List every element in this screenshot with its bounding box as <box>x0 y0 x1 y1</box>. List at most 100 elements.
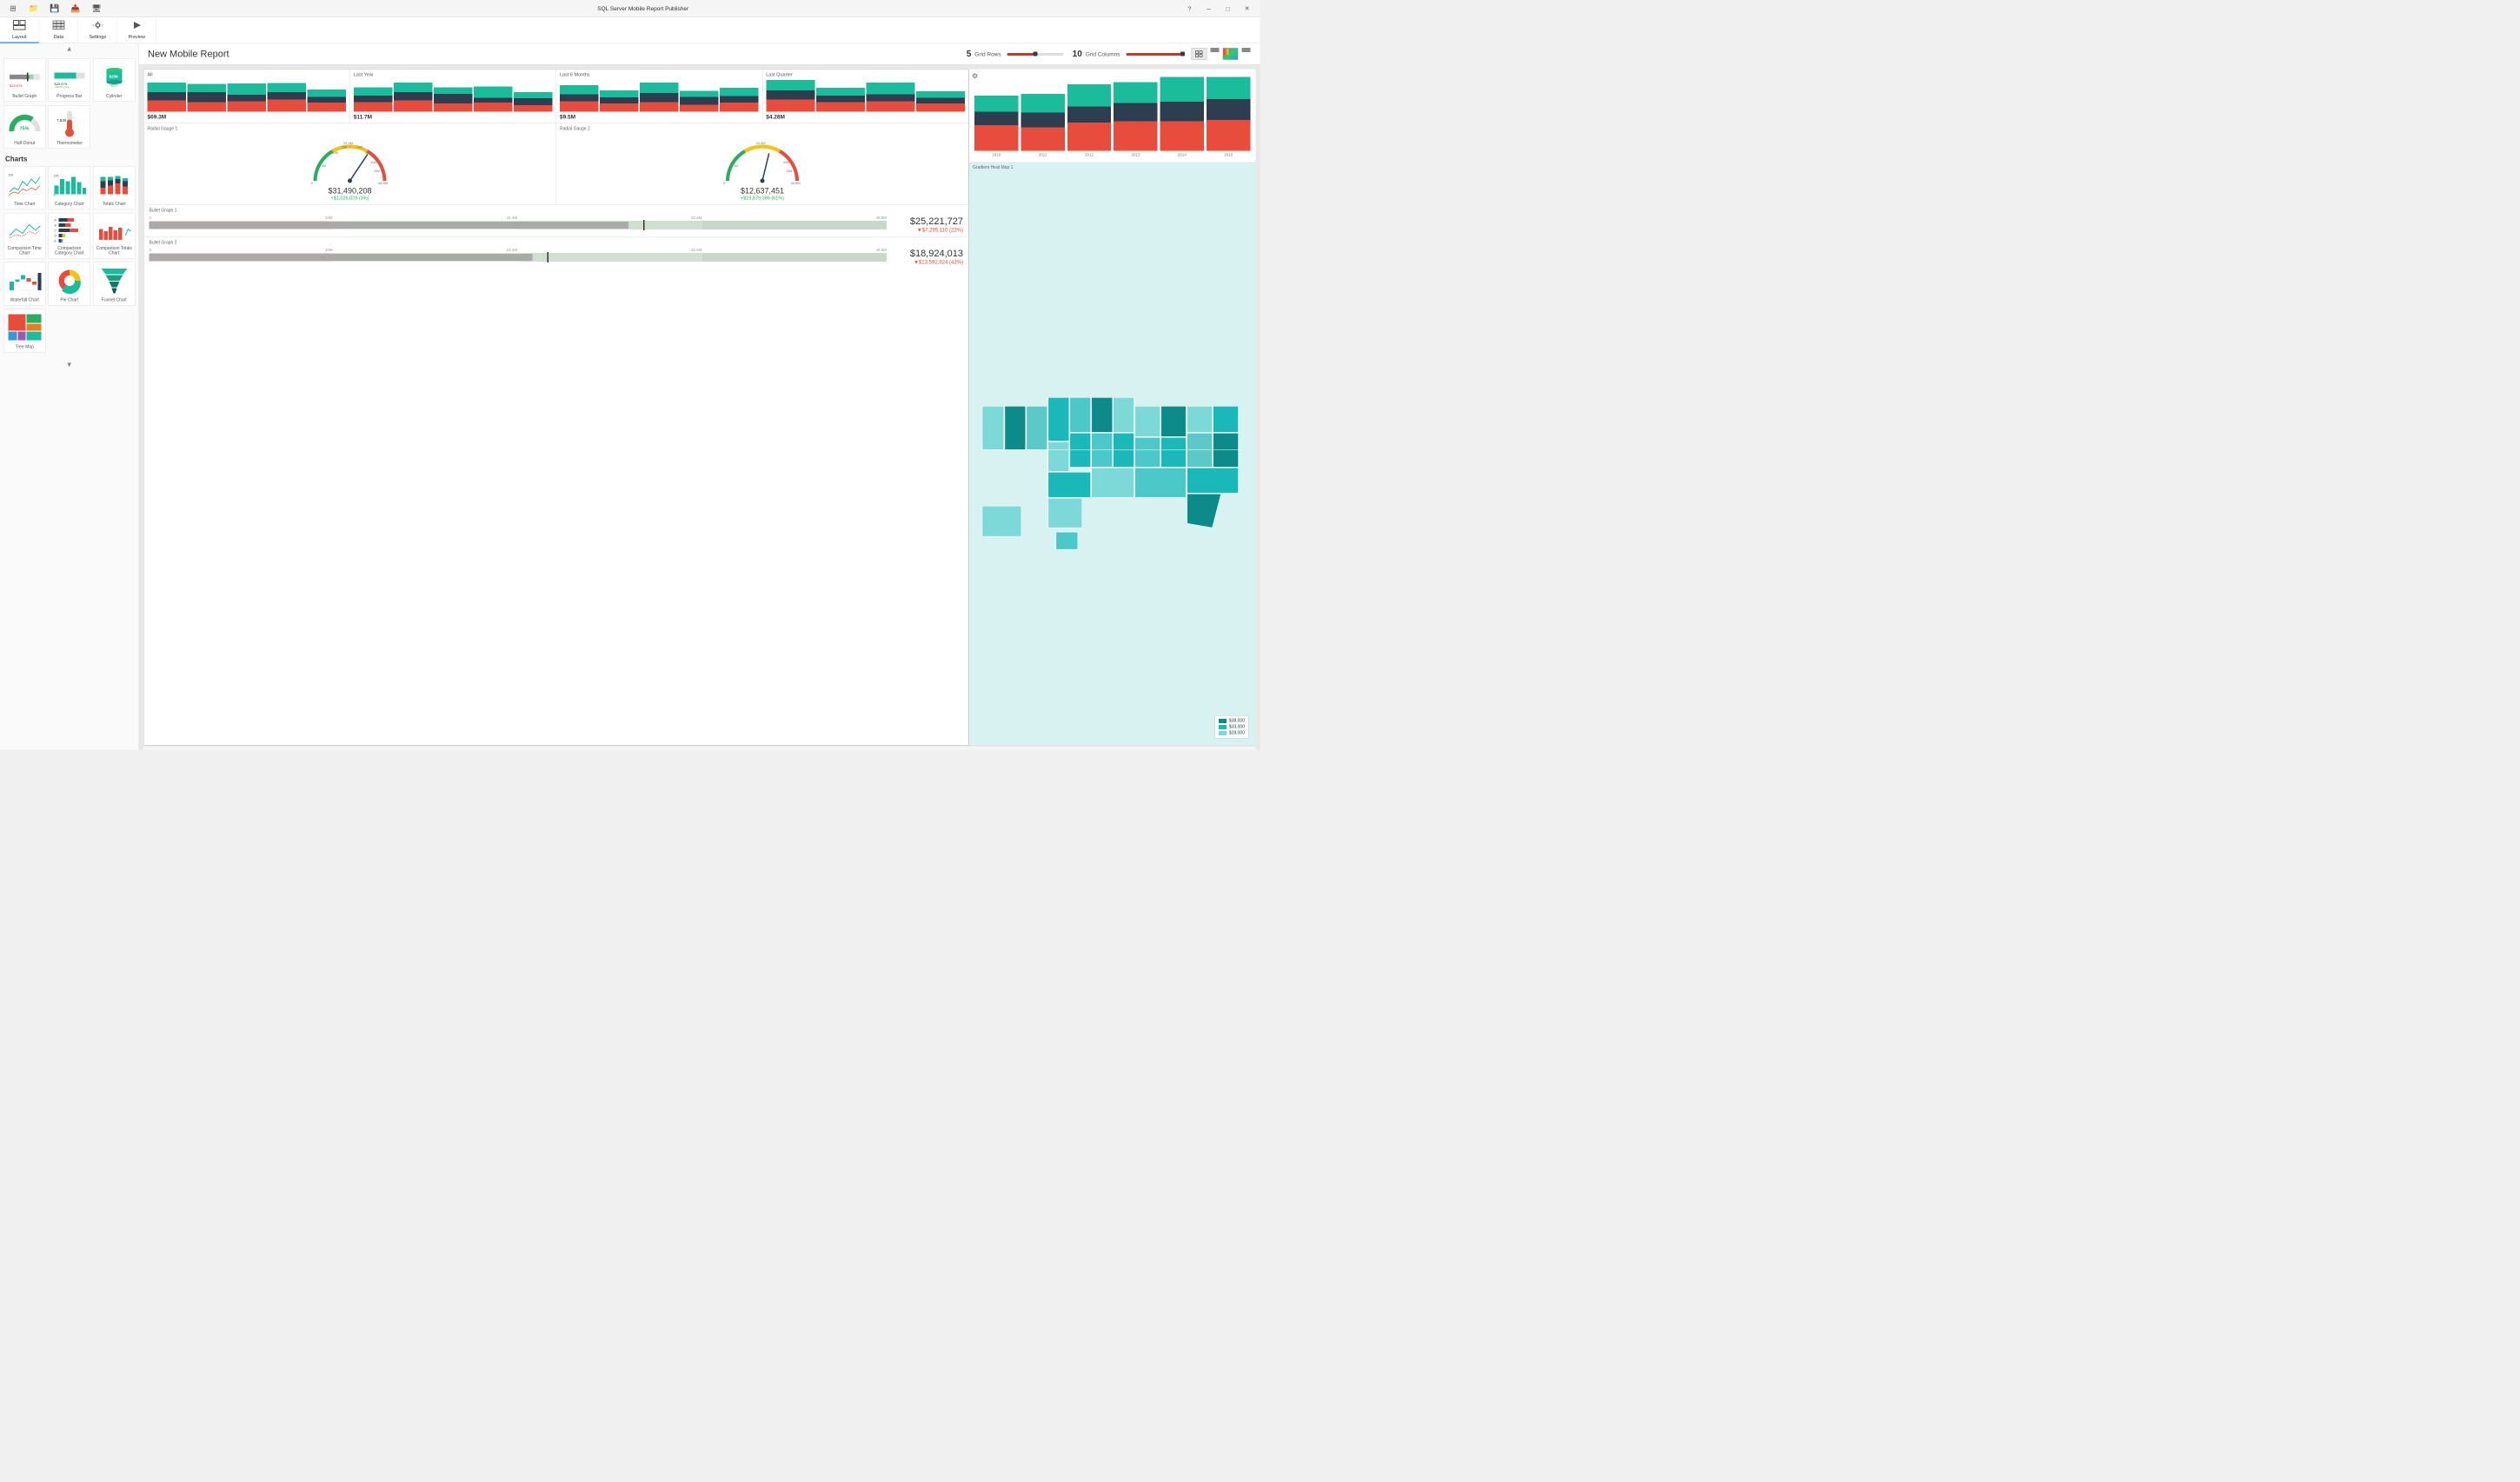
tab-data[interactable]: Data <box>39 17 78 43</box>
timeline-bar-2010 <box>974 77 1018 151</box>
layout-label: Layout <box>12 35 27 40</box>
svg-text:5M: 5M <box>322 164 326 168</box>
chart-last-quarter-amount: $4.28M <box>766 114 965 121</box>
sidebar-item-comparison-category-chart[interactable]: A B C D E <box>49 213 91 259</box>
sidebar-item-cylinder[interactable]: $25K +$575 Cylinder <box>93 58 136 102</box>
svg-text:0: 0 <box>53 194 55 196</box>
comp-totals-chart-label: Comparison Totals Chart <box>96 246 133 256</box>
legend-swatch-2 <box>1219 725 1227 729</box>
maximize-button[interactable]: □ <box>1222 3 1234 15</box>
grid-cols-control: 10 Grid Columns <box>1073 49 1183 59</box>
funnel-chart-label: Funnel Chart <box>102 298 127 303</box>
sidebar-item-half-donut[interactable]: 75% Half-Donut <box>3 105 46 149</box>
scroll-down-arrow[interactable]: ▼ <box>0 360 139 371</box>
gauge-cell-2: Radial Gauge 2 0 24.4M 48.8M <box>556 123 968 205</box>
bar-group-2 <box>188 79 227 112</box>
heat-map-title: Gradient Heat Map 1 <box>973 165 1013 170</box>
new-icon[interactable]: ⊞ <box>7 3 19 15</box>
bullet-graph-2-content: 010M24.4M32.5M48.8M <box>150 248 964 265</box>
color-dropdown-button[interactable] <box>1242 48 1251 52</box>
chart-last-year: Last Year $11.7M <box>350 70 556 123</box>
title-bar-left: ⊞ 📁 💾 📤 🖥 <box>7 3 103 15</box>
app-title: SQL Server Mobile Report Publisher <box>103 5 1184 12</box>
tab-layout[interactable]: Layout <box>0 17 39 43</box>
legend-swatch-3 <box>1219 731 1227 735</box>
chart-all-label: All <box>148 72 347 77</box>
svg-text:40M: 40M <box>371 161 377 164</box>
svg-text:48.8M: 48.8M <box>791 181 801 185</box>
half-donut-preview: 75% <box>7 109 43 140</box>
window-controls: ? ─ □ ✕ <box>1184 3 1253 15</box>
year-2015: 2015 <box>1207 153 1250 157</box>
heat-map-container: Gradient Heat Map 1 <box>969 163 1256 746</box>
data-icon <box>52 20 65 34</box>
scroll-up-arrow[interactable]: ▲ <box>0 43 139 55</box>
gauge-1-change: +$1,026,029 (3%) <box>148 196 553 201</box>
year-2013: 2013 <box>1114 153 1157 157</box>
year-2010: 2010 <box>974 153 1018 157</box>
save-icon[interactable]: 💾 <box>49 3 61 15</box>
grid-cols-slider[interactable] <box>1127 51 1183 57</box>
grid-dropdown-button[interactable] <box>1211 48 1220 52</box>
legend-label-2: $33,000 <box>1229 725 1245 730</box>
sidebar-item-totals-chart[interactable]: Totals Chart <box>93 166 136 209</box>
sidebar-item-category-chart[interactable]: 0 100 Category Chart <box>49 166 91 209</box>
svg-text:$25,575: $25,575 <box>10 83 23 88</box>
gauge-1-value: $31,490,208 <box>148 187 553 196</box>
year-2011: 2011 <box>1021 153 1064 157</box>
color-palette-button[interactable] <box>1223 48 1239 60</box>
data-label: Data <box>53 35 63 40</box>
widget-row-5: Waterfall Chart Pie Chart <box>3 263 136 306</box>
grid-rows-slider[interactable] <box>1007 51 1064 57</box>
us-map-svg <box>969 171 1256 746</box>
tab-settings[interactable]: Settings <box>78 17 117 43</box>
report-header: New Mobile Report 5 Grid Rows 10 Grid Co… <box>139 43 1260 65</box>
report-title: New Mobile Report <box>148 49 229 60</box>
bullet-graph-preview: $25,575 <box>7 62 43 93</box>
open-icon[interactable]: 📁 <box>28 3 40 15</box>
tab-preview[interactable]: Preview <box>117 17 156 43</box>
chart-last-6mo-amount: $9.5M <box>560 114 759 121</box>
charts-section-title: Charts <box>3 152 136 166</box>
sidebar-item-bullet-graph[interactable]: $25,575 Bullet Graph <box>3 58 46 102</box>
grid-view-button[interactable] <box>1192 48 1207 60</box>
minimize-button[interactable]: ─ <box>1203 3 1215 15</box>
svg-text:D: D <box>54 235 57 238</box>
svg-text:10M: 10M <box>333 151 339 155</box>
sidebar-item-thermometer[interactable]: 7,530 Thermometer <box>49 105 91 149</box>
monitor-icon[interactable]: 🖥 <box>90 3 103 15</box>
bullet-1-scale: 010M24.4M32.5M48.8M <box>150 216 888 220</box>
chart-last-year-label: Last Year <box>354 72 553 77</box>
svg-text:100: 100 <box>8 174 13 177</box>
sidebar-item-pie-chart[interactable]: Pie Chart <box>49 263 91 306</box>
sidebar-item-time-chart[interactable]: 0 100 Time Chart <box>3 166 46 209</box>
bar-group-5 <box>308 79 347 112</box>
svg-text:0: 0 <box>311 181 314 185</box>
svg-text:45M: 45M <box>787 169 793 173</box>
sidebar-item-comparison-time-chart[interactable]: Comparison Time Chart <box>3 213 46 259</box>
sidebar-item-waterfall-chart[interactable]: Waterfall Chart <box>3 263 46 306</box>
bullet-1-change: ▼$7,295,110 (22%) <box>894 227 963 233</box>
widget-row-3: 0 100 Time Chart <box>3 166 136 209</box>
timeline-chart: 2010 2011 2012 2013 2014 2015 <box>969 70 1256 163</box>
close-button[interactable]: ✕ <box>1241 3 1253 15</box>
bullet-graph-1-content: 010M24.4M32.5M48.8M <box>150 216 964 233</box>
sidebar-item-funnel-chart[interactable]: Funnel Chart <box>93 263 136 306</box>
publish-icon[interactable]: 📤 <box>70 3 82 15</box>
heat-map-legend: $38,000 $33,000 $28,000 <box>1214 715 1248 739</box>
svg-text:5M: 5M <box>735 164 739 168</box>
main-canvas: All <box>143 70 969 746</box>
help-button[interactable]: ? <box>1184 3 1196 15</box>
chart-last-6mo-bars <box>560 79 759 112</box>
settings-gear-icon[interactable]: ⚙ <box>972 72 978 81</box>
sidebar-item-comparison-totals-chart[interactable]: Comparison Totals Chart <box>93 213 136 259</box>
bullet-2-change: ▼$13,592,824 (42%) <box>894 259 963 265</box>
bullet-2-value: $18,924,013 <box>894 248 963 259</box>
sidebar-item-tree-map[interactable]: Tree Map <box>3 309 46 353</box>
layout-icon <box>13 20 26 34</box>
sidebar-item-progress-bar[interactable]: $25,575 +$575 (2%) Progress Bar <box>49 58 91 102</box>
bullet-1-value: $25,221,727 <box>894 216 963 227</box>
svg-text:24.4M: 24.4M <box>756 141 766 145</box>
tree-map-preview <box>7 312 43 343</box>
timeline-bar-2015 <box>1207 77 1250 151</box>
